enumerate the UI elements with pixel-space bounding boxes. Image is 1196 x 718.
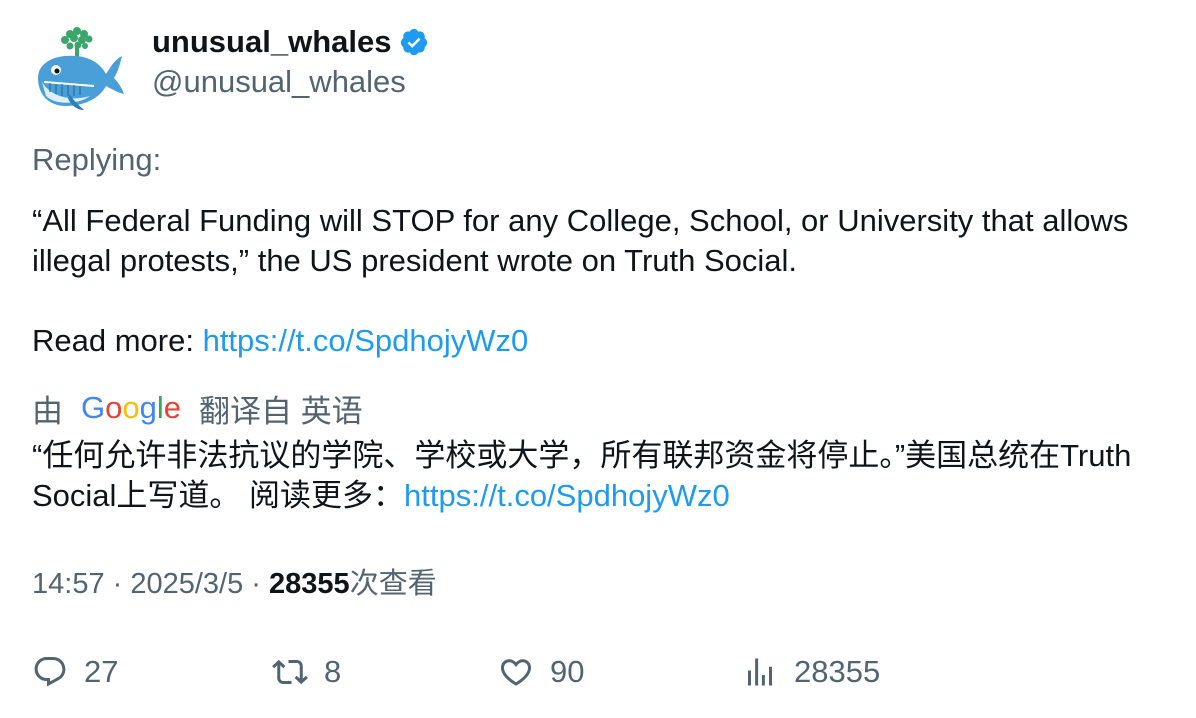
translated-text: “任何允许非法抗议的学院、学校或大学，所有联邦资金将停止。”美国总统在Truth… (32, 436, 1182, 516)
views-count-action: 28355 (794, 654, 881, 689)
meta-separator: · (104, 568, 131, 600)
google-logo: Google (81, 390, 181, 425)
translated-by-label: 由 (32, 393, 63, 429)
tweet-link[interactable]: https://t.co/SpdhojyWz0 (203, 323, 529, 358)
tweet-text: “All Federal Funding will STOP for any C… (32, 201, 1182, 361)
author-name-row: unusual_whales (152, 22, 429, 62)
author-display-name[interactable]: unusual_whales (152, 22, 391, 62)
read-more-label: Read more: (32, 323, 203, 358)
author-handle[interactable]: @unusual_whales (152, 62, 406, 102)
translation-attribution: 由 Google 翻译自 英语 (32, 386, 363, 430)
meta-separator-2: · (243, 568, 270, 600)
views-button[interactable]: 28355 (742, 650, 880, 694)
translated-link[interactable]: https://t.co/SpdhojyWz0 (404, 478, 730, 513)
read-more-line: Read more: https://t.co/SpdhojyWz0 (32, 321, 1182, 361)
views-icon (748, 658, 772, 686)
tweet-meta: 14:57 · 2025/3/5 · 28355次查看 (32, 564, 437, 604)
replying-label: Replying: (32, 142, 162, 177)
tweet-time[interactable]: 14:57 (32, 568, 105, 600)
like-button[interactable]: 90 (498, 650, 584, 694)
translated-from-label: 翻译自 英语 (199, 393, 363, 429)
views-count: 28355 (269, 568, 350, 600)
whale-avatar[interactable] (30, 26, 126, 112)
action-bar: 27 8 90 28355 (32, 650, 1182, 694)
like-count: 90 (550, 654, 585, 689)
verified-badge-icon[interactable] (399, 27, 429, 57)
svg-text:Google: Google (81, 390, 181, 425)
retweet-button[interactable]: 8 (272, 650, 341, 694)
tweet-date[interactable]: 2025/3/5 (130, 568, 243, 600)
reply-icon (34, 657, 66, 687)
reply-button[interactable]: 27 (32, 650, 118, 694)
heart-icon (500, 659, 532, 686)
tweet-body: “All Federal Funding will STOP for any C… (32, 203, 1129, 278)
reply-count: 27 (84, 654, 119, 689)
retweet-count: 8 (324, 654, 342, 689)
retweet-icon (272, 659, 308, 685)
views-label: 次查看 (349, 568, 437, 600)
